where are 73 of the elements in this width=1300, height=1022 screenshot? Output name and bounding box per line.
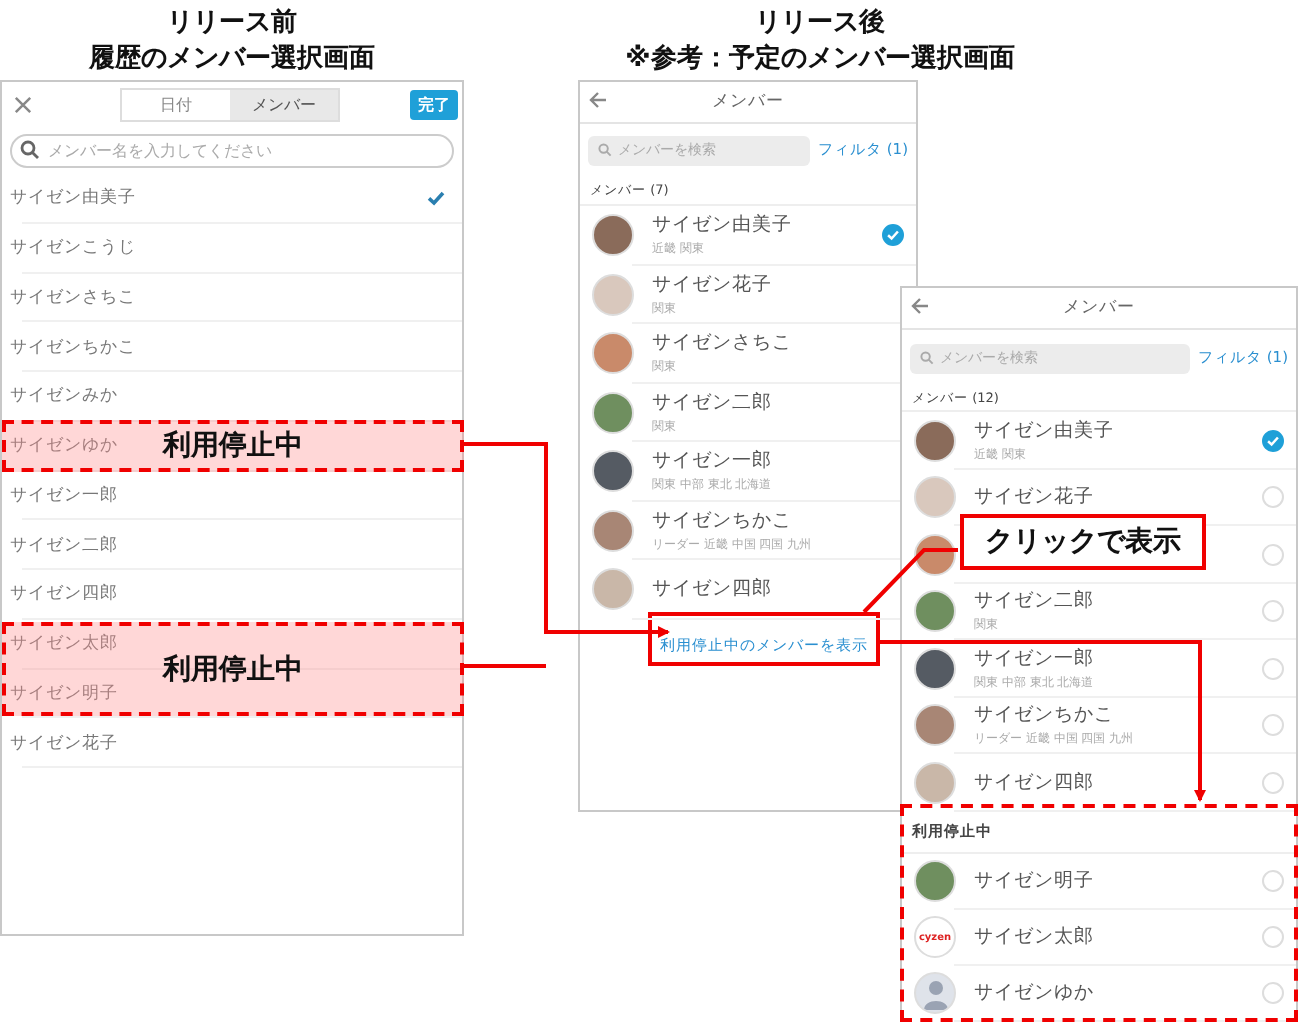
search-icon: [20, 140, 40, 160]
photo-placeholder: [592, 509, 634, 552]
heading: リリース前: [167, 6, 297, 40]
member-name: サイゼン太郎: [974, 924, 1096, 950]
photo-placeholder: [914, 761, 956, 804]
member-name: サイゼン二郎: [974, 588, 1096, 615]
member-name: サイゼン由美子: [974, 417, 1116, 444]
done-button[interactable]: 完了: [410, 89, 458, 119]
member-name: サイゼン花子: [974, 484, 1096, 511]
photo-placeholder: [914, 860, 956, 902]
back-button[interactable]: [588, 90, 608, 110]
photo-placeholder: [592, 568, 634, 611]
member-name: サイゼンゆか: [974, 980, 1096, 1006]
member-name[interactable]: サイゼンこうじ: [10, 236, 136, 261]
search-field[interactable]: メンバー名を入力してください: [10, 133, 454, 167]
photo-placeholder: [914, 704, 956, 747]
photo-placeholder: [592, 391, 634, 434]
photo-placeholder: [914, 419, 956, 462]
photo-placeholder: [914, 647, 956, 690]
checked-radio[interactable]: [882, 224, 904, 247]
member-name[interactable]: サイゼン一郎: [10, 483, 118, 508]
member-name: サイゼン二郎: [652, 389, 774, 416]
member-name[interactable]: サイゼン二郎: [10, 533, 118, 558]
member-name: サイゼン四郎: [652, 576, 774, 603]
member-name: サイゼン明子: [974, 868, 1096, 894]
radio-button[interactable]: [1262, 926, 1284, 948]
photo-placeholder: [592, 273, 634, 316]
status-label: 利用停止中: [163, 651, 303, 687]
radio-button[interactable]: [1262, 771, 1284, 794]
member-name[interactable]: サイゼン太郎: [10, 632, 118, 657]
photo-placeholder: [592, 214, 634, 257]
photo-placeholder: [592, 450, 634, 493]
radio-button[interactable]: [1262, 600, 1284, 623]
radio-button[interactable]: [1262, 486, 1284, 509]
radio-button[interactable]: [1262, 714, 1284, 737]
subheading: 履歴のメンバー選択画面: [89, 42, 375, 76]
member-name: サイゼンちかこ: [974, 702, 1116, 729]
subheading: ※参考：予定のメンバー選択画面: [625, 42, 1015, 76]
callout-text: クリックで表示: [985, 524, 1181, 560]
photo-placeholder: [914, 476, 956, 519]
member-name[interactable]: サイゼンゆか: [10, 434, 118, 459]
heading: リリース後: [755, 6, 885, 40]
member-name: サイゼン一郎: [974, 645, 1096, 672]
member-name: サイゼン一郎: [652, 448, 774, 475]
radio-button[interactable]: [1262, 982, 1284, 1004]
member-name[interactable]: サイゼン由美子: [10, 186, 136, 211]
search-icon: [598, 143, 612, 157]
member-name: サイゼンさちこ: [652, 330, 794, 357]
radio-button[interactable]: [1262, 657, 1284, 680]
photo-placeholder: [914, 590, 956, 633]
radio-button[interactable]: [1262, 870, 1284, 892]
radio-button[interactable]: [1262, 543, 1284, 566]
search-icon: [920, 351, 934, 365]
checked-radio[interactable]: [1262, 429, 1284, 452]
member-name[interactable]: サイゼンさちこ: [10, 285, 136, 310]
header-title: メンバー: [712, 90, 784, 114]
member-name[interactable]: サイゼンちかこ: [10, 335, 136, 360]
photo-placeholder: [592, 332, 634, 375]
header-title: メンバー: [1063, 296, 1135, 320]
back-button[interactable]: [910, 296, 930, 316]
member-name[interactable]: サイゼンみか: [10, 384, 118, 409]
member-name: サイゼン四郎: [974, 769, 1096, 796]
member-name: サイゼン花子: [652, 271, 774, 298]
member-name: サイゼンちかこ: [652, 507, 794, 534]
connector-line: [464, 664, 546, 668]
member-name[interactable]: サイゼン四郎: [10, 582, 118, 607]
close-icon[interactable]: [14, 95, 32, 113]
member-name[interactable]: サイゼン明子: [10, 681, 118, 706]
tab[interactable]: メンバー: [230, 89, 338, 119]
member-name: サイゼン由美子: [652, 212, 794, 239]
avatar-silhouette-icon: [914, 972, 956, 1014]
status-label: 利用停止中: [163, 428, 303, 464]
member-name[interactable]: サイゼン花子: [10, 731, 118, 756]
